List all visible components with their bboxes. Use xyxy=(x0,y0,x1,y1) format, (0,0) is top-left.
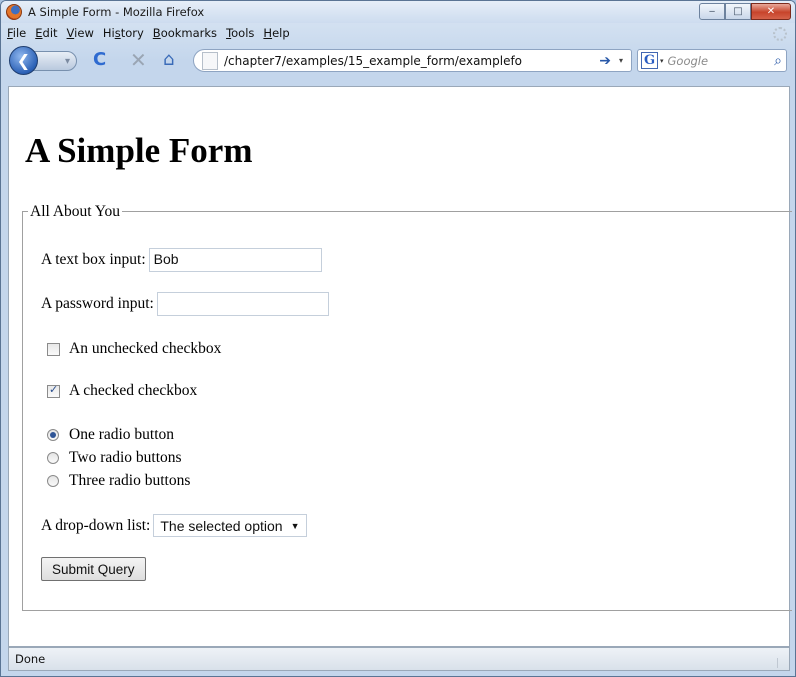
checked-checkbox-label[interactable]: A checked checkbox xyxy=(69,382,197,400)
reload-icon[interactable]: C xyxy=(93,51,106,69)
menu-bar: File Edit View History Bookmarks Tools H… xyxy=(1,23,795,43)
password-input-row: A password input: xyxy=(41,292,329,316)
url-text[interactable]: /chapter7/examples/15_example_form/examp… xyxy=(224,54,599,68)
google-icon[interactable]: G xyxy=(641,52,658,69)
fieldset-all-about-you: All About You A text box input: Bob A pa… xyxy=(22,203,792,611)
back-button[interactable]: ❮ xyxy=(9,46,38,75)
radio-label-one[interactable]: One radio button xyxy=(69,426,174,444)
password-input[interactable] xyxy=(156,292,329,316)
submit-row: Submit Query xyxy=(41,557,146,581)
text-input-label: A text box input: xyxy=(41,251,146,268)
search-icon[interactable]: ⌕ xyxy=(774,53,782,69)
browser-window: A Simple Form - Mozilla Firefox ‒ □ ✕ Fi… xyxy=(0,0,796,677)
menu-edit[interactable]: Edit xyxy=(35,26,57,40)
radio-button-two[interactable] xyxy=(47,452,59,464)
select-row: A drop-down list: The selected option ▼ xyxy=(41,514,307,537)
page-icon xyxy=(202,51,218,70)
url-history-dropdown-icon[interactable]: ▾ xyxy=(619,56,623,65)
fieldset-legend: All About You xyxy=(28,203,123,221)
menu-history[interactable]: History xyxy=(103,26,144,40)
resize-grip-icon[interactable] xyxy=(777,658,787,668)
radio-button-three[interactable] xyxy=(47,475,59,487)
radio-row-one: One radio button xyxy=(41,426,174,444)
checked-checkbox-row: A checked checkbox xyxy=(41,382,197,400)
radio-label-three[interactable]: Three radio buttons xyxy=(69,472,190,490)
dropdown-select[interactable]: The selected option ▼ xyxy=(153,514,307,537)
radio-row-three: Three radio buttons xyxy=(41,472,190,490)
page-content: A Simple Form All About You A text box i… xyxy=(8,86,792,647)
title-bar: A Simple Form - Mozilla Firefox ‒ □ ✕ xyxy=(1,1,795,23)
menu-help[interactable]: Help xyxy=(263,26,289,40)
status-bar: Done xyxy=(8,647,790,671)
window-controls: ‒ □ ✕ xyxy=(699,3,791,20)
submit-button[interactable]: Submit Query xyxy=(41,557,146,581)
search-engine-dropdown-icon[interactable]: ▾ xyxy=(660,57,664,65)
menu-tools[interactable]: Tools xyxy=(226,26,254,40)
minimize-button[interactable]: ‒ xyxy=(699,3,725,20)
password-input-label: A password input: xyxy=(41,295,154,312)
radio-row-two: Two radio buttons xyxy=(41,449,182,467)
search-box[interactable]: G ▾ Google ⌕ xyxy=(637,49,787,72)
text-input[interactable]: Bob xyxy=(148,248,322,272)
select-label: A drop-down list: xyxy=(41,516,151,534)
search-input[interactable]: Google xyxy=(668,54,775,68)
home-icon[interactable]: ⌂ xyxy=(163,51,174,69)
menu-file[interactable]: File xyxy=(7,26,26,40)
dropdown-arrow-icon[interactable]: ▼ xyxy=(291,521,300,531)
throbber-icon xyxy=(773,27,787,41)
address-bar[interactable]: /chapter7/examples/15_example_form/examp… xyxy=(193,49,632,72)
menu-view[interactable]: View xyxy=(67,26,94,40)
close-button[interactable]: ✕ xyxy=(751,3,791,20)
radio-button-one[interactable] xyxy=(47,429,59,441)
status-text: Done xyxy=(15,652,46,666)
navigation-toolbar: ▾ ❮ C ✕ ⌂ /chapter7/examples/15_example_… xyxy=(1,43,795,77)
unchecked-checkbox-label[interactable]: An unchecked checkbox xyxy=(69,340,221,358)
chevron-down-icon[interactable]: ▾ xyxy=(65,56,70,67)
window-title: A Simple Form - Mozilla Firefox xyxy=(28,5,205,19)
go-arrow-icon[interactable]: ➔ xyxy=(599,53,611,69)
menu-bookmarks[interactable]: Bookmarks xyxy=(153,26,217,40)
page-title: A Simple Form xyxy=(25,131,253,170)
select-value[interactable]: The selected option xyxy=(160,518,282,534)
maximize-button[interactable]: □ xyxy=(725,3,751,20)
checked-checkbox[interactable] xyxy=(47,383,60,398)
stop-icon[interactable]: ✕ xyxy=(130,50,147,70)
unchecked-checkbox[interactable] xyxy=(47,342,60,356)
radio-label-two[interactable]: Two radio buttons xyxy=(69,449,182,467)
unchecked-checkbox-row: An unchecked checkbox xyxy=(41,340,221,358)
text-input-row: A text box input: Bob xyxy=(41,248,322,272)
firefox-logo-icon xyxy=(6,4,22,20)
